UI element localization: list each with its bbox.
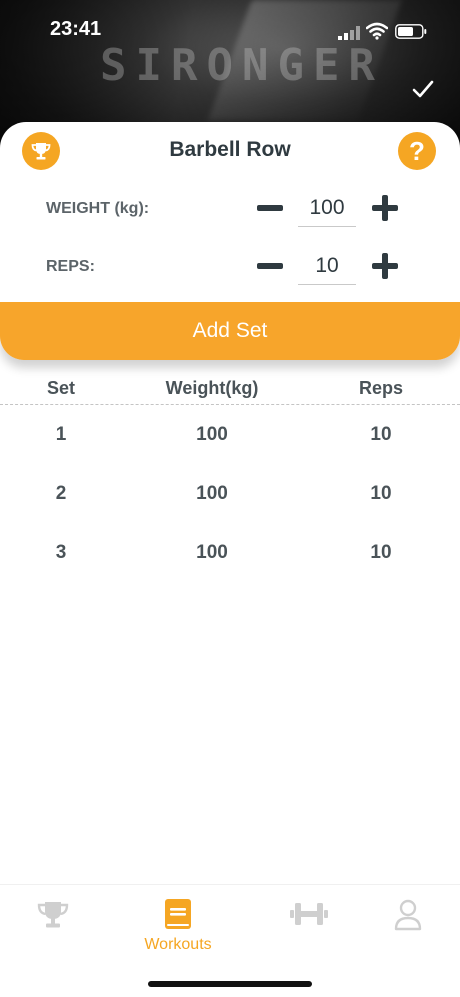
battery-icon <box>395 24 427 39</box>
reps-increment-button[interactable] <box>372 253 398 279</box>
weight-increment-button[interactable] <box>372 195 398 221</box>
reps-label: REPS: <box>46 258 95 275</box>
set-number: 3 <box>55 542 67 563</box>
set-reps: 10 <box>370 542 392 563</box>
set-number: 2 <box>55 483 67 504</box>
header-set: Set <box>46 378 75 398</box>
checkmark-icon[interactable] <box>412 78 434 100</box>
set-number: 1 <box>55 424 67 445</box>
header-weight: Weight(kg) <box>165 378 259 398</box>
table-row: 1 100 10 <box>0 424 460 454</box>
set-weight: 100 <box>196 542 228 563</box>
tab-exercises[interactable] <box>264 899 354 934</box>
user-icon <box>394 899 422 931</box>
exercise-card: Barbell Row ? WEIGHT (kg): REPS: Add Set <box>0 122 460 360</box>
cellular-signal-icon <box>338 26 360 40</box>
weight-decrement-button[interactable] <box>257 205 283 211</box>
weight-label: WEIGHT (kg): <box>46 200 150 217</box>
sets-table-header: Set Weight(kg) Reps <box>0 378 460 405</box>
help-button[interactable]: ? <box>398 132 436 170</box>
exercise-title: Barbell Row <box>169 138 291 161</box>
home-indicator[interactable] <box>148 981 312 987</box>
tab-workouts-label: Workouts <box>144 936 212 953</box>
weight-input[interactable] <box>298 196 356 227</box>
tab-achievements[interactable] <box>8 899 98 936</box>
set-reps: 10 <box>370 424 392 445</box>
add-set-button[interactable]: Add Set <box>0 302 460 360</box>
bottom-tab-bar: Workouts <box>0 884 460 997</box>
table-row: 3 100 10 <box>0 542 460 572</box>
status-bar: 23:41 <box>0 0 460 60</box>
set-reps: 10 <box>370 483 392 504</box>
wifi-icon <box>366 22 388 40</box>
dumbbell-icon <box>290 903 328 925</box>
trophy-icon <box>37 902 69 928</box>
set-weight: 100 <box>196 483 228 504</box>
tab-profile[interactable] <box>363 899 453 936</box>
reps-decrement-button[interactable] <box>257 263 283 269</box>
table-row: 2 100 10 <box>0 483 460 513</box>
tab-workouts[interactable]: Workouts <box>133 899 223 954</box>
set-weight: 100 <box>196 424 228 445</box>
header-reps: Reps <box>358 378 403 398</box>
book-icon <box>165 899 191 929</box>
reps-input[interactable] <box>298 254 356 285</box>
question-mark-icon: ? <box>409 135 425 166</box>
status-time: 23:41 <box>50 18 102 40</box>
